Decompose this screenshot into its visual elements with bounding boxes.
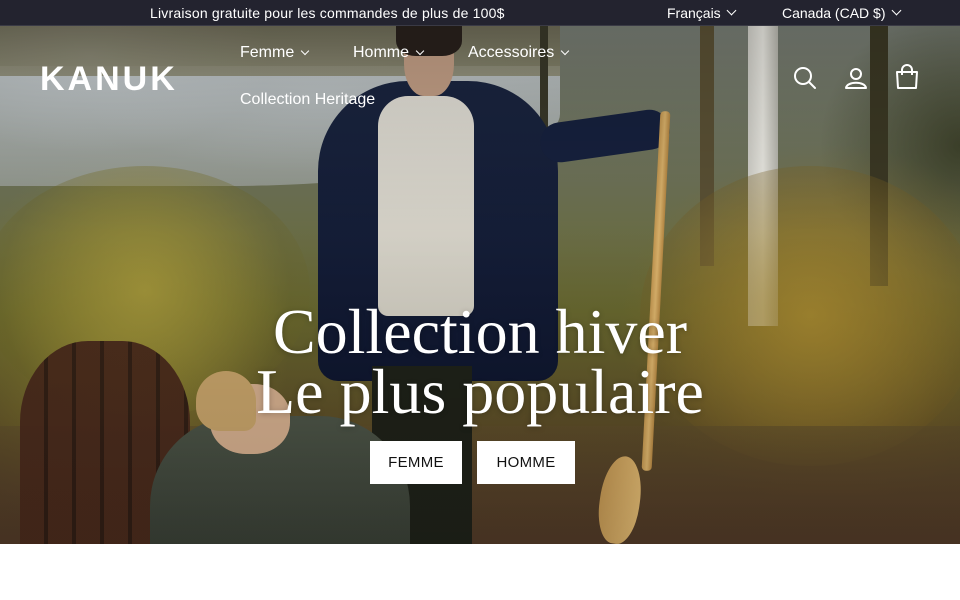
- brand-logo[interactable]: KANUK: [40, 60, 178, 99]
- language-label: Français: [667, 5, 721, 21]
- nav-item-collection-heritage[interactable]: Collection Heritage: [240, 91, 375, 109]
- nav-item-label: Homme: [353, 44, 410, 61]
- nav-item-femme[interactable]: Femme: [240, 44, 310, 62]
- hero-title-line-2: Le plus populaire: [256, 356, 704, 427]
- nav-item-homme[interactable]: Homme: [353, 44, 425, 62]
- account-icon[interactable]: [843, 65, 869, 91]
- announcement-bar: Livraison gratuite pour les commandes de…: [0, 0, 960, 26]
- hero-title-line-1: Collection hiver: [272, 296, 688, 367]
- cart-icon[interactable]: [894, 64, 920, 90]
- chevron-down-icon: [726, 5, 737, 16]
- chevron-down-icon: [561, 46, 570, 55]
- chevron-down-icon: [300, 46, 310, 55]
- language-selector[interactable]: Français: [667, 5, 737, 21]
- chevron-down-icon: [891, 5, 901, 16]
- nav-item-accessoires[interactable]: Accessoires: [468, 44, 570, 62]
- search-icon[interactable]: [792, 65, 818, 91]
- nav-item-label: Femme: [240, 44, 295, 61]
- country-label: Canada (CAD $): [782, 5, 886, 21]
- nav-item-label: Accessoires: [468, 44, 555, 61]
- country-selector[interactable]: Canada (CAD $): [782, 5, 901, 21]
- promo-text: Livraison gratuite pour les commandes de…: [150, 5, 505, 21]
- shop-homme-button[interactable]: HOMME: [477, 441, 575, 484]
- shop-femme-button[interactable]: FEMME: [370, 441, 462, 484]
- chevron-down-icon: [415, 46, 425, 55]
- nav-item-label: Collection Heritage: [240, 91, 376, 108]
